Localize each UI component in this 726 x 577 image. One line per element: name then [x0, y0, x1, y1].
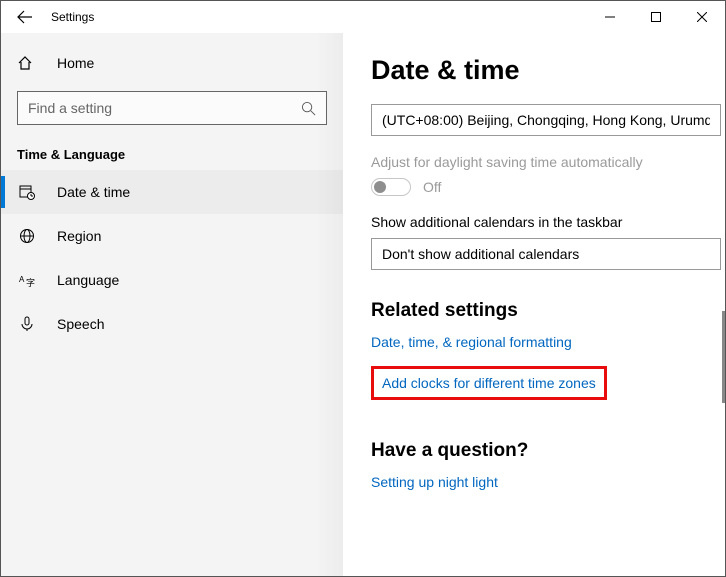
home-nav[interactable]: Home: [1, 47, 343, 79]
search-input[interactable]: Find a setting: [17, 91, 327, 125]
minimize-button[interactable]: [587, 1, 633, 33]
highlight-box: Add clocks for different time zones: [371, 366, 607, 400]
svg-text:A: A: [19, 275, 25, 284]
dst-label: Adjust for daylight saving time automati…: [371, 154, 725, 170]
link-night-light[interactable]: Setting up night light: [371, 474, 725, 490]
timezone-value: (UTC+08:00) Beijing, Chongqing, Hong Kon…: [382, 112, 710, 128]
nav-label: Language: [57, 272, 119, 288]
maximize-icon: [651, 12, 661, 22]
maximize-button[interactable]: [633, 1, 679, 33]
nav-label: Region: [57, 228, 101, 244]
minimize-icon: [605, 12, 615, 22]
sidebar-item-speech[interactable]: Speech: [1, 302, 343, 346]
sidebar-item-region[interactable]: Region: [1, 214, 343, 258]
svg-text:字: 字: [26, 277, 35, 288]
sidebar-item-language[interactable]: A字 Language: [1, 258, 343, 302]
arrow-left-icon: [17, 9, 33, 25]
dst-toggle: [371, 178, 411, 196]
close-button[interactable]: [679, 1, 725, 33]
calendars-dropdown[interactable]: Don't show additional calendars: [371, 238, 721, 270]
page-title: Date & time: [371, 55, 725, 86]
calendar-clock-icon: [17, 184, 37, 200]
language-icon: A字: [17, 272, 37, 288]
calendars-label: Show additional calendars in the taskbar: [371, 214, 725, 230]
microphone-icon: [17, 316, 37, 332]
link-add-clocks[interactable]: Add clocks for different time zones: [382, 375, 596, 391]
nav-label: Speech: [57, 316, 104, 332]
globe-icon: [17, 228, 37, 244]
link-regional-formatting[interactable]: Date, time, & regional formatting: [371, 334, 725, 350]
sidebar-item-date-time[interactable]: Date & time: [1, 170, 343, 214]
dst-state: Off: [423, 179, 441, 195]
nav-label: Date & time: [57, 184, 130, 200]
section-header: Time & Language: [17, 147, 343, 162]
window-title: Settings: [51, 10, 94, 24]
search-placeholder: Find a setting: [28, 100, 112, 116]
sidebar: Home Find a setting Time & Language Date…: [1, 33, 343, 576]
related-settings-heading: Related settings: [371, 300, 725, 322]
content-pane: Date & time (UTC+08:00) Beijing, Chongqi…: [343, 33, 725, 576]
timezone-dropdown[interactable]: (UTC+08:00) Beijing, Chongqing, Hong Kon…: [371, 104, 721, 136]
back-button[interactable]: [13, 9, 37, 25]
calendars-value: Don't show additional calendars: [382, 246, 579, 262]
home-icon: [17, 55, 37, 71]
close-icon: [697, 12, 707, 22]
search-icon: [301, 101, 316, 116]
scrollbar[interactable]: [722, 311, 725, 403]
question-heading: Have a question?: [371, 440, 725, 462]
home-label: Home: [57, 55, 94, 71]
titlebar: Settings: [1, 1, 725, 33]
